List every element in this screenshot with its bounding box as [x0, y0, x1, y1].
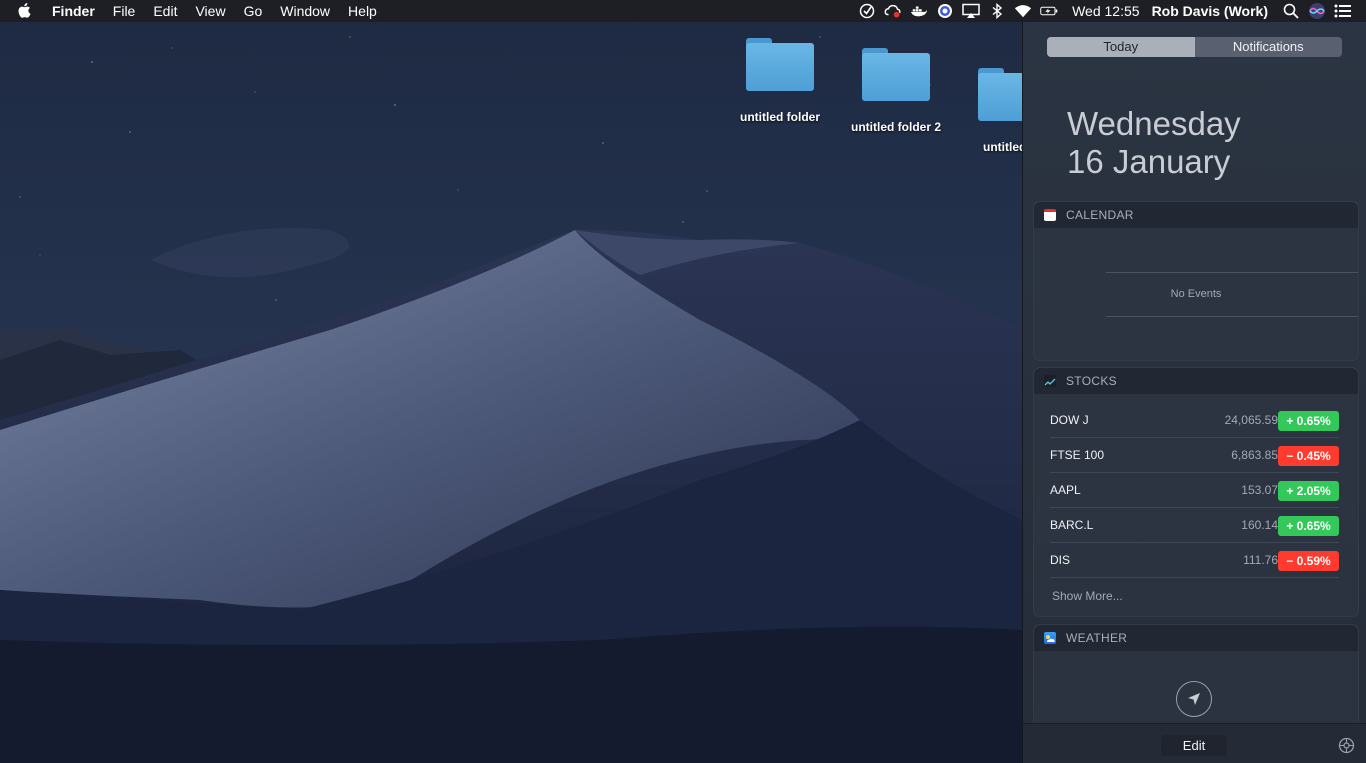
- stock-symbol: FTSE 100: [1050, 448, 1105, 462]
- stock-price: 111.76: [1243, 553, 1278, 567]
- weather-widget-title: WEATHER: [1066, 631, 1128, 645]
- date-weekday: Wednesday: [1067, 105, 1241, 142]
- stock-price: 160.14: [1241, 518, 1278, 532]
- stock-row[interactable]: AAPL 153.07 + 2.05%: [1050, 473, 1339, 508]
- notification-center-icon[interactable]: [1334, 2, 1352, 20]
- stock-change-badge[interactable]: − 0.45%: [1278, 446, 1339, 466]
- weather-icon: [1044, 632, 1056, 644]
- stocks-widget-header: STOCKS: [1034, 368, 1358, 394]
- no-events-label: No Events: [1170, 288, 1222, 300]
- browser-extension-icon[interactable]: [936, 2, 954, 20]
- tab-notifications[interactable]: Notifications: [1194, 37, 1342, 57]
- stock-symbol: DOW J: [1050, 413, 1089, 427]
- show-more-link[interactable]: Show More...: [1052, 589, 1123, 603]
- fast-user-switch[interactable]: Rob Davis (Work): [1152, 3, 1268, 19]
- bluetooth-icon[interactable]: [988, 2, 1006, 20]
- omnifocus-icon[interactable]: [858, 2, 876, 20]
- stock-price: 153.07: [1241, 483, 1278, 497]
- calendar-widget-title: CALENDAR: [1066, 208, 1134, 222]
- edit-widgets-button[interactable]: Edit: [1161, 735, 1227, 756]
- menu-window[interactable]: Window: [271, 0, 339, 22]
- notification-center-panel: Today Notifications Wednesday 16 January…: [1022, 22, 1366, 763]
- divider: [1106, 316, 1358, 317]
- folder-label: untitled folder 2: [851, 120, 941, 134]
- airplay-icon[interactable]: [962, 2, 980, 20]
- wifi-icon[interactable]: [1014, 2, 1032, 20]
- stock-change-badge[interactable]: − 0.59%: [1278, 551, 1339, 571]
- menu-go[interactable]: Go: [235, 0, 272, 22]
- divider: [1106, 272, 1358, 273]
- folder-icon: [746, 38, 814, 94]
- stock-row[interactable]: DOW J 24,065.59 + 0.65%: [1050, 403, 1339, 438]
- calendar-icon: [1044, 209, 1056, 221]
- stock-row[interactable]: DIS 111.76 − 0.59%: [1050, 543, 1339, 578]
- menu-bar: Finder File Edit View Go Window Help Wed…: [0, 0, 1366, 22]
- stock-row[interactable]: BARC.L 160.14 + 0.65%: [1050, 508, 1339, 543]
- notification-center-footer: Edit: [1023, 723, 1366, 763]
- folder-icon: [862, 48, 930, 104]
- calendar-widget-header: CALENDAR: [1034, 202, 1358, 228]
- stock-change-badge[interactable]: + 0.65%: [1278, 516, 1339, 536]
- location-arrow-button[interactable]: [1176, 681, 1212, 717]
- calendar-widget: CALENDAR No Events: [1033, 201, 1359, 361]
- stock-change-badge[interactable]: + 0.65%: [1278, 411, 1339, 431]
- spotlight-icon[interactable]: [1282, 2, 1300, 20]
- desktop-folder[interactable]: untitled folder: [720, 38, 840, 124]
- creative-cloud-icon[interactable]: [884, 2, 902, 20]
- folder-label: untitled folder: [740, 110, 820, 124]
- stock-symbol: BARC.L: [1050, 518, 1094, 532]
- settings-gear-icon[interactable]: [1338, 737, 1355, 754]
- menu-edit[interactable]: Edit: [144, 0, 186, 22]
- tab-today[interactable]: Today: [1047, 37, 1195, 57]
- weather-widget-header: WEATHER: [1034, 625, 1358, 651]
- battery-icon[interactable]: [1040, 2, 1058, 20]
- location-arrow-icon: [1188, 693, 1200, 705]
- date-day-month: 16 January: [1067, 143, 1231, 180]
- today-date: Wednesday 16 January: [1067, 105, 1241, 181]
- stock-change-badge[interactable]: + 2.05%: [1278, 481, 1339, 501]
- weather-widget: WEATHER: [1033, 624, 1359, 734]
- desktop-folder[interactable]: untitled folder 2: [836, 48, 956, 134]
- stock-price: 6,863.85: [1231, 448, 1278, 462]
- docker-icon[interactable]: [910, 2, 928, 20]
- apple-icon[interactable]: [18, 0, 38, 22]
- app-menu-finder[interactable]: Finder: [52, 0, 104, 22]
- menu-view[interactable]: View: [186, 0, 234, 22]
- stocks-widget: STOCKS DOW J 24,065.59 + 0.65% FTSE 100 …: [1033, 367, 1359, 617]
- stock-price: 24,065.59: [1224, 413, 1278, 427]
- menu-file[interactable]: File: [104, 0, 145, 22]
- menubar-clock[interactable]: Wed 12:55: [1072, 3, 1139, 19]
- today-notifications-segmented-control: Today Notifications: [1047, 37, 1342, 57]
- stocks-icon: [1044, 375, 1056, 387]
- stock-row[interactable]: FTSE 100 6,863.85 − 0.45%: [1050, 438, 1339, 473]
- stocks-list: DOW J 24,065.59 + 0.65% FTSE 100 6,863.8…: [1050, 403, 1339, 578]
- stocks-widget-title: STOCKS: [1066, 374, 1117, 388]
- stock-symbol: DIS: [1050, 553, 1071, 567]
- siri-icon[interactable]: [1308, 2, 1326, 20]
- menu-help[interactable]: Help: [339, 0, 386, 22]
- stock-symbol: AAPL: [1050, 483, 1081, 497]
